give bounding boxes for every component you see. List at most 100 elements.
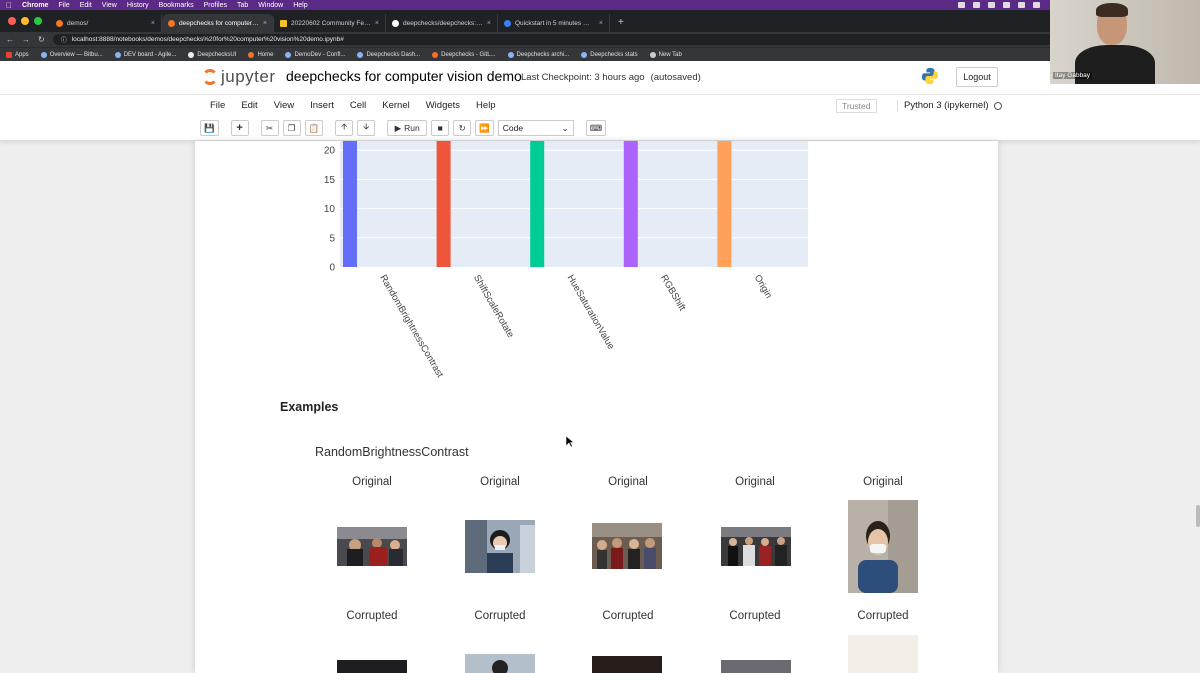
mac-menu-edit[interactable]: Edit [80,2,92,9]
bookmark-icon [40,51,47,58]
bookmark-item[interactable]: DeepchecksUI [188,51,236,58]
copy-button[interactable]: ❐ [282,120,301,136]
mac-menu-file[interactable]: File [58,2,69,9]
keyboard-icon: ⌨ [589,122,603,133]
move-up-button[interactable]: 🡩 [335,120,354,136]
status-icon[interactable] [973,2,980,8]
maximize-window-button[interactable] [34,17,42,25]
bookmark-item[interactable]: Deepchecks Dash... [357,51,420,58]
github-favicon-icon [392,19,399,27]
cut-button[interactable]: ✂ [260,120,279,136]
status-icon[interactable] [1003,2,1010,8]
status-icon[interactable] [958,2,965,8]
back-arrow-icon[interactable]: ← [6,35,14,44]
bookmark-apps[interactable]: Apps [6,51,29,58]
browser-tab[interactable]: demos/ × [50,14,162,32]
cell-type-select[interactable]: Code ⌄ [497,120,574,136]
command-palette-button[interactable]: ⌨ [585,120,607,136]
corrupted-image-thumbnail [592,656,662,673]
bookmark-item[interactable]: Deepchecks archi... [507,51,569,58]
browser-tab[interactable]: deepchecks/deepchecks: Tes × [386,14,498,32]
fast-forward-icon: ⏩ [479,122,490,133]
mac-menu-profiles[interactable]: Profiles [204,2,227,9]
mac-menu-history[interactable]: History [127,2,149,9]
save-button[interactable]: 💾 [200,120,219,136]
logout-button[interactable]: Logout [956,67,998,87]
bookmark-icon [285,51,292,58]
status-icon[interactable] [1033,2,1040,8]
mac-menu-window[interactable]: Window [258,2,283,9]
minimize-window-button[interactable] [21,17,29,25]
forward-arrow-icon[interactable]: → [22,35,30,44]
mac-menu-bookmarks[interactable]: Bookmarks [159,2,194,9]
original-label: Original [735,476,775,488]
notebook-toolbar: 💾 + ✂ ❐ 📋 🡩 🡫 ▶ Run ■ ↻ ⏩ Code ⌄ ⌨ [0,116,1200,141]
macos-menu-bar:  Chrome File Edit View History Bookmark… [0,0,1200,10]
bookmark-item[interactable]: Deepchecks stats [581,51,638,58]
browser-tab-bar: demos/ × deepchecks for computer visio ×… [0,10,1200,32]
browser-tab[interactable]: 20220602 Community Feedba × [274,14,386,32]
close-tab-icon[interactable]: × [375,20,379,27]
x-tick-label: RGBShift [658,273,688,313]
insert-cell-button[interactable]: + [230,120,249,136]
status-icon[interactable] [988,2,995,8]
kernel-indicator[interactable]: Python 3 (ipykernel) [897,100,1003,111]
close-tab-icon[interactable]: × [487,20,491,27]
menu-edit[interactable]: Edit [233,100,265,111]
run-button[interactable]: ▶ Run [387,120,428,136]
bookmark-item[interactable]: DEV board - Agile... [114,51,176,58]
python-logo-icon [921,67,939,85]
bookmark-icon [248,51,255,58]
close-tab-icon[interactable]: × [151,20,155,27]
original-label: Original [480,476,520,488]
browser-tab[interactable]: Quickstart in 5 minutes — Dee × [498,14,610,32]
x-tick-label: RandomBrightnessContrast [377,273,445,380]
menu-cell[interactable]: Cell [342,100,374,111]
url-input[interactable]: ⓘ localhost:8888/notebooks/demos/deepche… [52,34,1053,45]
bar-RGBShift[interactable] [623,141,638,267]
bookmark-item[interactable]: Deepchecks - GitL... [432,51,496,58]
notebook-title[interactable]: deepchecks for computer vision demo [286,68,522,84]
menu-widgets[interactable]: Widgets [418,100,468,111]
paste-button[interactable]: 📋 [304,120,324,136]
bookmark-icon [581,51,588,58]
mac-menu-tab[interactable]: Tab [237,2,248,9]
original-label: Original [352,476,392,488]
trusted-badge[interactable]: Trusted [836,99,877,113]
interrupt-button[interactable]: ■ [431,120,450,136]
presenter-name: Itay Gabbay [1053,72,1093,79]
status-icon[interactable] [1018,2,1025,8]
apple-icon[interactable]:  [6,1,12,10]
bar-HueSaturationValue[interactable] [530,141,545,267]
bar-RandomBrightnessContrast[interactable] [343,141,357,267]
close-tab-icon[interactable]: × [263,20,267,27]
bar-ShiftScaleRotate[interactable] [436,141,451,267]
reload-icon[interactable]: ↻ [38,35,45,44]
mac-menu-chrome[interactable]: Chrome [22,2,48,9]
jupyter-favicon-icon [56,19,63,27]
close-tab-icon[interactable]: × [599,20,603,27]
new-tab-button[interactable]: + [610,17,632,32]
move-down-button[interactable]: 🡫 [357,120,376,136]
menu-insert[interactable]: Insert [302,100,342,111]
cell-type-value: Code [502,123,524,133]
tab-label: deepchecks for computer visio [179,19,259,27]
menu-view[interactable]: View [266,100,302,111]
bookmark-item[interactable]: Home [248,51,273,58]
menu-kernel[interactable]: Kernel [374,100,417,111]
close-window-button[interactable] [8,17,16,25]
menu-help[interactable]: Help [468,100,504,111]
corrupted-label: Corrupted [729,610,781,622]
restart-button[interactable]: ↻ [453,120,472,136]
page-scrollbar[interactable] [1196,505,1200,527]
bar-Origin[interactable] [717,141,732,267]
mac-menu-help[interactable]: Help [293,2,307,9]
browser-tab-active[interactable]: deepchecks for computer visio × [162,14,274,32]
menu-file[interactable]: File [202,100,233,111]
bookmark-item[interactable]: Overview — Bitbu... [40,51,103,58]
bookmark-item[interactable]: DemoDev - Confl... [285,51,345,58]
mac-menu-view[interactable]: View [102,2,117,9]
bookmark-item[interactable]: New Tab [649,51,682,58]
jupyter-logo[interactable]: jupyter [202,67,276,87]
restart-run-all-button[interactable]: ⏩ [475,120,494,136]
